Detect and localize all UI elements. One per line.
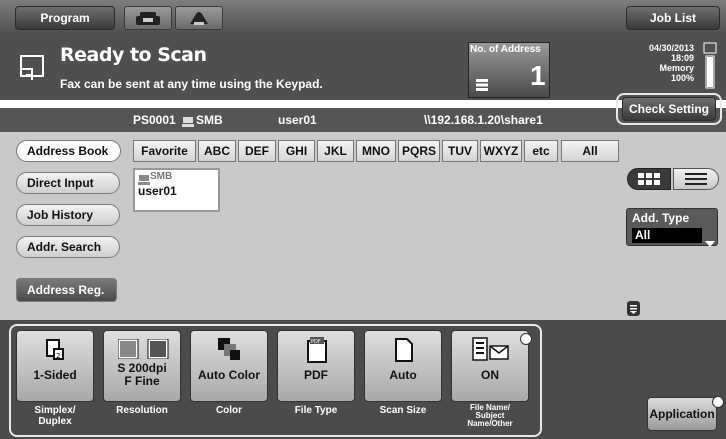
- resolution-caption: Resolution: [116, 405, 168, 416]
- destination-path: \\192.168.1.20\share1: [424, 113, 543, 127]
- pdf-icon: PDF: [306, 337, 328, 368]
- simplex-icon: 2: [46, 339, 66, 366]
- check-setting-button[interactable]: Check Setting: [622, 97, 716, 121]
- resolution-value: S 200dpi F Fine: [117, 361, 167, 388]
- list-icon: [476, 78, 488, 96]
- chevron-down-icon: [705, 234, 715, 252]
- notification-dot-icon: [520, 333, 532, 345]
- tab-wxyz[interactable]: WXYZ: [480, 140, 522, 162]
- destination-id: PS0001: [133, 113, 176, 127]
- entry-name: user01: [138, 184, 177, 198]
- simplex-value: 1-Sided: [33, 368, 77, 382]
- sidebar-item-job-history[interactable]: Job History: [16, 204, 120, 226]
- tab-ghi[interactable]: GHI: [278, 140, 315, 162]
- add-type-label: Add. Type: [632, 211, 690, 225]
- destination-type: SMB: [196, 113, 223, 127]
- scan-size-button[interactable]: Auto: [364, 330, 442, 402]
- address-count-label: No. of Address: [470, 44, 541, 55]
- svg-text:PDF: PDF: [311, 339, 321, 345]
- entry-type: SMB: [150, 171, 173, 182]
- resolution-button[interactable]: S 200dpi F Fine: [103, 330, 181, 402]
- add-type-dropdown[interactable]: Add. Type All: [626, 208, 718, 247]
- file-name-caption: File Name/ Subject Name/Other: [467, 403, 513, 428]
- fax-icon[interactable]: [124, 6, 172, 30]
- file-name-button[interactable]: ON: [451, 330, 529, 402]
- color-icon: [218, 338, 242, 367]
- tab-mno[interactable]: MNO: [356, 140, 396, 162]
- simplex-duplex-button[interactable]: 2 1-Sided: [16, 330, 94, 402]
- time-text: 18:09: [670, 53, 694, 63]
- add-type-value: All: [632, 228, 702, 243]
- svg-text:2: 2: [56, 352, 60, 360]
- file-type-value: PDF: [304, 368, 328, 382]
- color-button[interactable]: Auto Color: [190, 330, 268, 402]
- program-button[interactable]: Program: [15, 6, 115, 30]
- address-entry[interactable]: SMB user01: [133, 168, 220, 212]
- memory-value: 100%: [670, 73, 694, 83]
- document-mail-icon: [472, 337, 512, 368]
- status-title: Ready to Scan: [60, 44, 207, 66]
- job-list-button[interactable]: Job List: [626, 6, 720, 30]
- tab-pqrs[interactable]: PQRS: [398, 140, 440, 162]
- smb-entry-icon: [138, 172, 150, 185]
- memory-gauge: [703, 42, 717, 90]
- page-icon: [395, 338, 413, 367]
- address-reg-button[interactable]: Address Reg.: [16, 278, 117, 302]
- scan-size-caption: Scan Size: [379, 405, 427, 416]
- scan-size-value: Auto: [389, 368, 417, 382]
- status-subtitle: Fax can be sent at any time using the Ke…: [60, 77, 323, 91]
- address-count-value: 1: [530, 60, 546, 91]
- scanner-icon: [18, 53, 48, 88]
- tab-def[interactable]: DEF: [238, 140, 276, 162]
- tab-all[interactable]: All: [561, 140, 619, 162]
- color-caption: Color: [215, 405, 243, 416]
- simplex-caption: Simplex/ Duplex: [34, 405, 76, 427]
- view-toggle: [627, 168, 719, 190]
- sidebar-item-direct-input[interactable]: Direct Input: [16, 172, 120, 194]
- color-value: Auto Color: [198, 368, 260, 382]
- grid-view-icon[interactable]: [627, 168, 671, 190]
- scroll-down-icon[interactable]: [627, 301, 640, 316]
- memory-label: Memory: [659, 63, 694, 73]
- tab-etc[interactable]: etc: [524, 140, 558, 162]
- file-name-value: ON: [481, 368, 499, 382]
- file-type-caption: File Type: [294, 405, 338, 416]
- tab-jkl[interactable]: JKL: [317, 140, 354, 162]
- sidebar-item-addr-search[interactable]: Addr. Search: [16, 236, 120, 258]
- destination-user: user01: [278, 113, 317, 127]
- file-type-button[interactable]: PDF PDF: [277, 330, 355, 402]
- tab-favorite[interactable]: Favorite: [133, 140, 196, 162]
- sidebar-item-address-book[interactable]: Address Book: [16, 140, 121, 162]
- list-view-icon[interactable]: [673, 168, 719, 190]
- application-dot-icon: [712, 396, 724, 408]
- application-button[interactable]: Application: [647, 397, 717, 431]
- phone-icon[interactable]: [175, 6, 223, 30]
- clock: 04/30/2013 18:09 Memory 100%: [649, 43, 694, 83]
- tab-abc[interactable]: ABC: [198, 140, 236, 162]
- tab-tuv[interactable]: TUV: [442, 140, 478, 162]
- smb-icon: [182, 114, 194, 132]
- date-text: 04/30/2013: [648, 43, 694, 53]
